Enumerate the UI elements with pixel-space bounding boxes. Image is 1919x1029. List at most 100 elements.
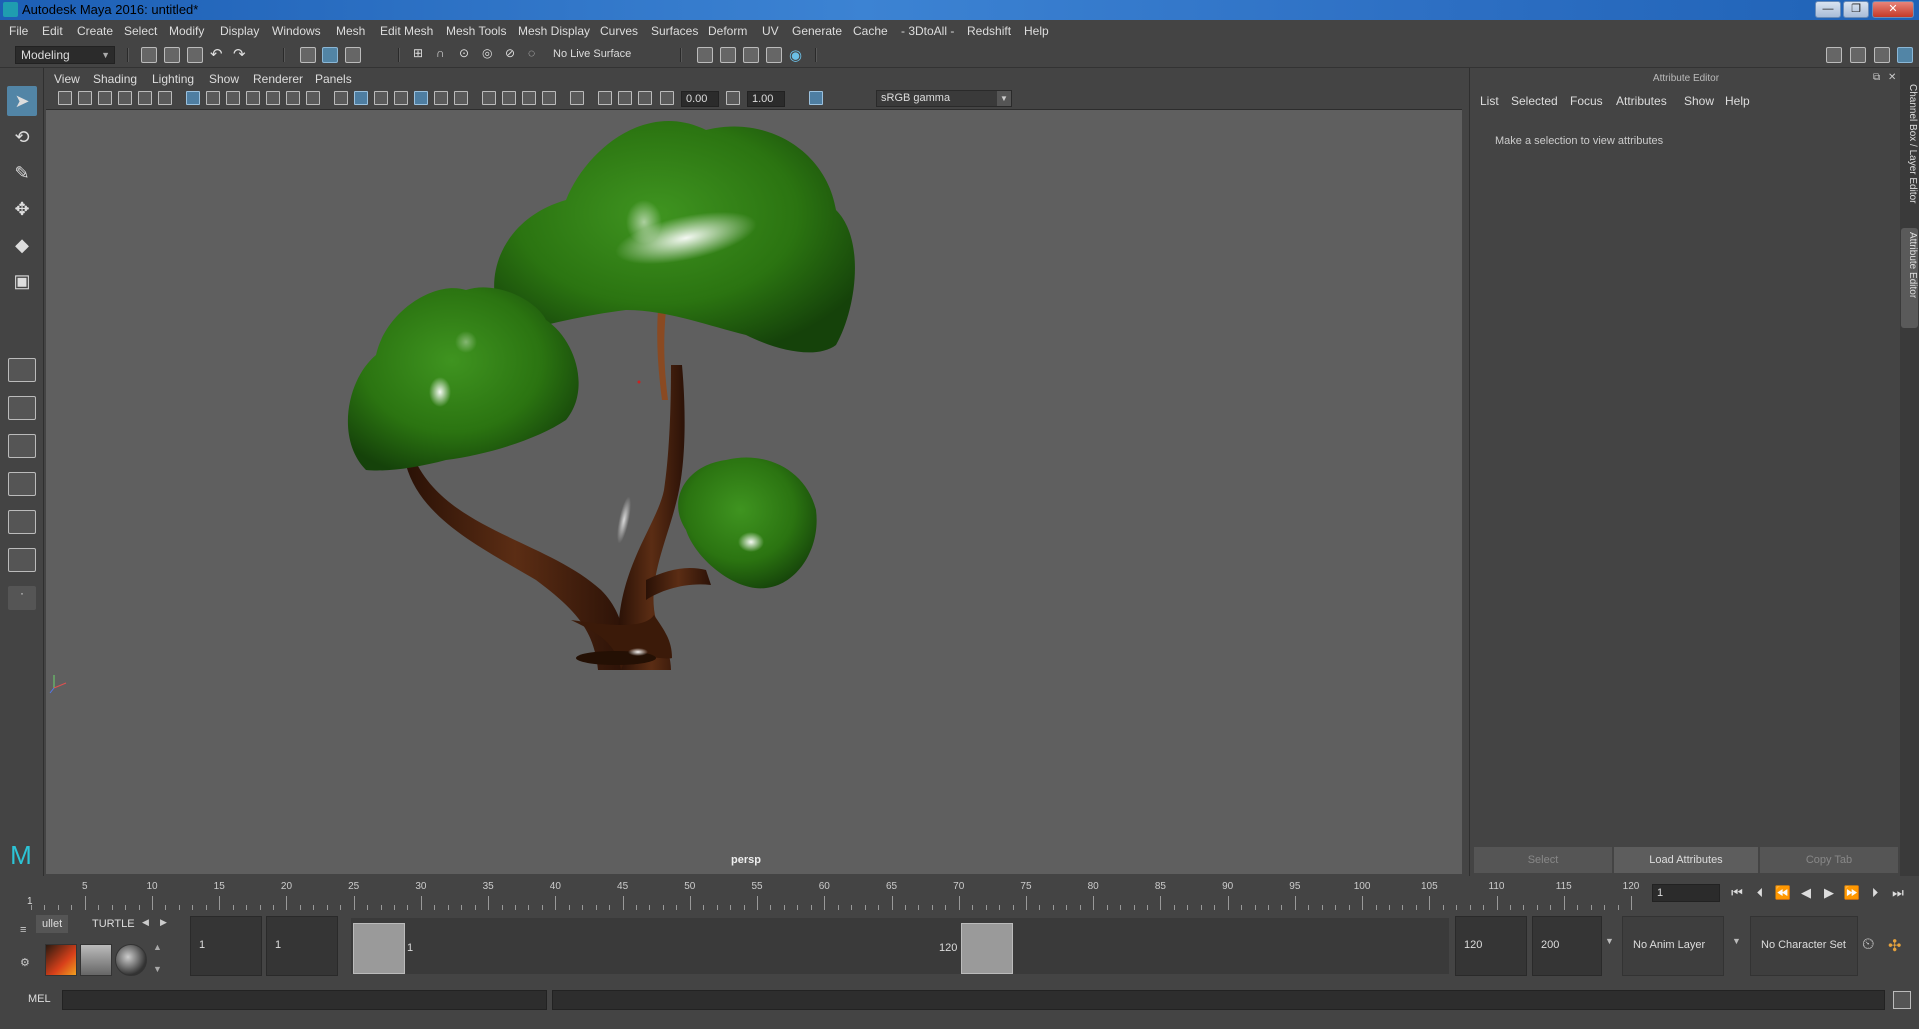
undo-icon[interactable]: ↶ bbox=[210, 45, 226, 63]
persp-outliner-layout-icon[interactable] bbox=[8, 434, 36, 458]
film-gate-icon[interactable] bbox=[206, 91, 220, 105]
depth-of-field-icon[interactable] bbox=[542, 91, 556, 105]
shelf-menu-icon[interactable]: ≡ bbox=[20, 924, 34, 938]
scale-tool-icon[interactable]: ▣ bbox=[7, 266, 37, 296]
sphere-shader-icon[interactable] bbox=[115, 944, 147, 976]
step-forward-key-icon[interactable]: ⏩ bbox=[1843, 884, 1861, 902]
wireframe-on-shaded-icon[interactable] bbox=[394, 91, 408, 105]
menu-mesh-tools[interactable]: Mesh Tools bbox=[446, 24, 506, 38]
gamma-field[interactable]: 1.00 bbox=[747, 91, 785, 107]
move-tool-icon[interactable]: ✥ bbox=[7, 194, 37, 224]
ipr-render-icon[interactable] bbox=[743, 47, 759, 63]
menu-edit-mesh[interactable]: Edit Mesh bbox=[380, 24, 433, 38]
save-scene-icon[interactable] bbox=[187, 47, 203, 63]
safe-action-icon[interactable] bbox=[286, 91, 300, 105]
snap-grid-icon[interactable]: ⊞ bbox=[413, 46, 429, 62]
menu-create[interactable]: Create bbox=[77, 24, 113, 38]
panel-menu-renderer[interactable]: Renderer bbox=[253, 72, 303, 86]
bookmark-icon[interactable] bbox=[98, 91, 112, 105]
auto-key-icon[interactable]: ⏲ bbox=[1862, 936, 1874, 954]
grease-pencil-icon[interactable] bbox=[158, 91, 172, 105]
hypershade-icon[interactable]: ◉ bbox=[789, 46, 805, 64]
smooth-shade-icon[interactable] bbox=[354, 91, 368, 105]
resolution-gate-icon[interactable] bbox=[226, 91, 240, 105]
exposure-field[interactable]: 0.00 bbox=[681, 91, 719, 107]
panel-menu-shading[interactable]: Shading bbox=[93, 72, 137, 86]
render-settings-icon[interactable] bbox=[766, 47, 782, 63]
exposure-icon[interactable] bbox=[660, 91, 674, 105]
panel-menu-lighting[interactable]: Lighting bbox=[152, 72, 194, 86]
snap-surface-icon[interactable]: ⊘ bbox=[505, 46, 521, 62]
rotate-tool-icon[interactable]: ◆ bbox=[7, 230, 37, 260]
use-all-lights-icon[interactable] bbox=[434, 91, 448, 105]
ae-menu-list[interactable]: List bbox=[1480, 94, 1499, 108]
menu-file[interactable]: File bbox=[9, 24, 28, 38]
xray-components-icon[interactable] bbox=[638, 91, 652, 105]
menu-generate[interactable]: Generate bbox=[792, 24, 842, 38]
shelf-tab-next-icon[interactable]: ▶ bbox=[160, 917, 167, 928]
new-scene-icon[interactable] bbox=[141, 47, 157, 63]
menu-set-selector[interactable]: Modeling ▼ bbox=[15, 46, 115, 64]
command-input[interactable] bbox=[62, 990, 547, 1010]
toggle-modeling-toolkit-icon[interactable] bbox=[1826, 47, 1842, 63]
snap-point-icon[interactable]: ⊙ bbox=[459, 46, 475, 62]
toggle-attribute-editor-icon[interactable] bbox=[1850, 47, 1866, 63]
step-back-key-icon[interactable]: ⏪ bbox=[1774, 884, 1792, 902]
range-start-handle[interactable] bbox=[353, 923, 405, 974]
shelf-scroll-up-icon[interactable]: ▲ bbox=[153, 942, 162, 952]
ae-menu-focus[interactable]: Focus bbox=[1570, 94, 1603, 108]
time-slider[interactable]: 1 5 10 15 20 25 30 35 40 45 50 55 60 65 70 75 80 85 90 95 1… bbox=[0, 876, 1919, 914]
xray-joints-icon[interactable] bbox=[618, 91, 632, 105]
menu-curves[interactable]: Curves bbox=[600, 24, 638, 38]
go-to-end-icon[interactable]: ⏭ bbox=[1889, 884, 1907, 902]
menu-3dtoall[interactable]: - 3DtoAll - bbox=[901, 24, 954, 38]
turtle-bake-icon[interactable] bbox=[80, 944, 112, 976]
animation-preferences-icon[interactable]: ✣ bbox=[1888, 936, 1901, 956]
persp-node-editor-layout-icon[interactable] bbox=[8, 510, 36, 534]
ae-menu-show[interactable]: Show bbox=[1684, 94, 1714, 108]
playback-start-field[interactable]: 1 bbox=[266, 916, 338, 976]
toggle-channel-box-icon[interactable] bbox=[1897, 47, 1913, 63]
tab-channel-box[interactable]: Channel Box / Layer Editor bbox=[1901, 80, 1918, 220]
render-frame-icon[interactable] bbox=[720, 47, 736, 63]
color-management-icon[interactable] bbox=[809, 91, 823, 105]
default-material-icon[interactable] bbox=[374, 91, 388, 105]
float-panel-icon[interactable]: ⧉ bbox=[1873, 72, 1880, 83]
snap-view-plane-icon[interactable]: ◎ bbox=[482, 46, 498, 62]
range-slider-track[interactable] bbox=[351, 918, 1449, 974]
ae-menu-selected[interactable]: Selected bbox=[1511, 94, 1558, 108]
open-scene-icon[interactable] bbox=[164, 47, 180, 63]
script-editor-icon[interactable] bbox=[1893, 991, 1911, 1009]
play-backwards-icon[interactable]: ◀ bbox=[1797, 884, 1815, 902]
render-view-icon[interactable] bbox=[697, 47, 713, 63]
redo-icon[interactable]: ↷ bbox=[233, 45, 249, 63]
copy-tab-button[interactable]: Copy Tab bbox=[1760, 847, 1898, 873]
character-set-select[interactable]: No Character Set bbox=[1750, 916, 1858, 976]
menu-mesh[interactable]: Mesh bbox=[336, 24, 365, 38]
panel-menu-panels[interactable]: Panels bbox=[315, 72, 352, 86]
anim-layer-dropdown-icon[interactable]: ▼ bbox=[1605, 936, 1614, 946]
menu-display[interactable]: Display bbox=[220, 24, 259, 38]
menu-windows[interactable]: Windows bbox=[272, 24, 321, 38]
menu-surfaces[interactable]: Surfaces bbox=[651, 24, 698, 38]
shelf-tab-prev-icon[interactable]: ◀ bbox=[142, 917, 149, 928]
view-transform-select[interactable]: sRGB gamma ▼ bbox=[876, 90, 1012, 107]
snap-curve-icon[interactable]: ∩ bbox=[436, 46, 452, 62]
lasso-tool-icon[interactable]: ⟲ bbox=[7, 122, 37, 152]
anim-layer-select[interactable]: No Anim Layer bbox=[1622, 916, 1724, 976]
time-slider-track[interactable]: 1 5 10 15 20 25 30 35 40 45 50 55 60 65 70 75 80 85 90 95 1… bbox=[27, 878, 1641, 910]
grid-icon[interactable] bbox=[186, 91, 200, 105]
close-panel-icon[interactable]: ✕ bbox=[1888, 72, 1896, 83]
animation-start-field[interactable]: 1 bbox=[190, 916, 262, 976]
step-back-icon[interactable]: ⏴ bbox=[1751, 884, 1769, 902]
ae-menu-attributes[interactable]: Attributes bbox=[1616, 94, 1667, 108]
menu-redshift[interactable]: Redshift bbox=[967, 24, 1011, 38]
go-to-start-icon[interactable]: ⏮ bbox=[1728, 884, 1746, 902]
menu-uv[interactable]: UV bbox=[762, 24, 779, 38]
current-frame-field[interactable]: 1 bbox=[1652, 884, 1720, 902]
shelf-tab-bullet[interactable]: ullet bbox=[36, 915, 69, 933]
select-object-icon[interactable] bbox=[322, 47, 338, 63]
select-camera-icon[interactable] bbox=[58, 91, 72, 105]
toggle-tool-settings-icon[interactable] bbox=[1874, 47, 1890, 63]
load-attributes-button[interactable]: Load Attributes bbox=[1614, 847, 1758, 873]
